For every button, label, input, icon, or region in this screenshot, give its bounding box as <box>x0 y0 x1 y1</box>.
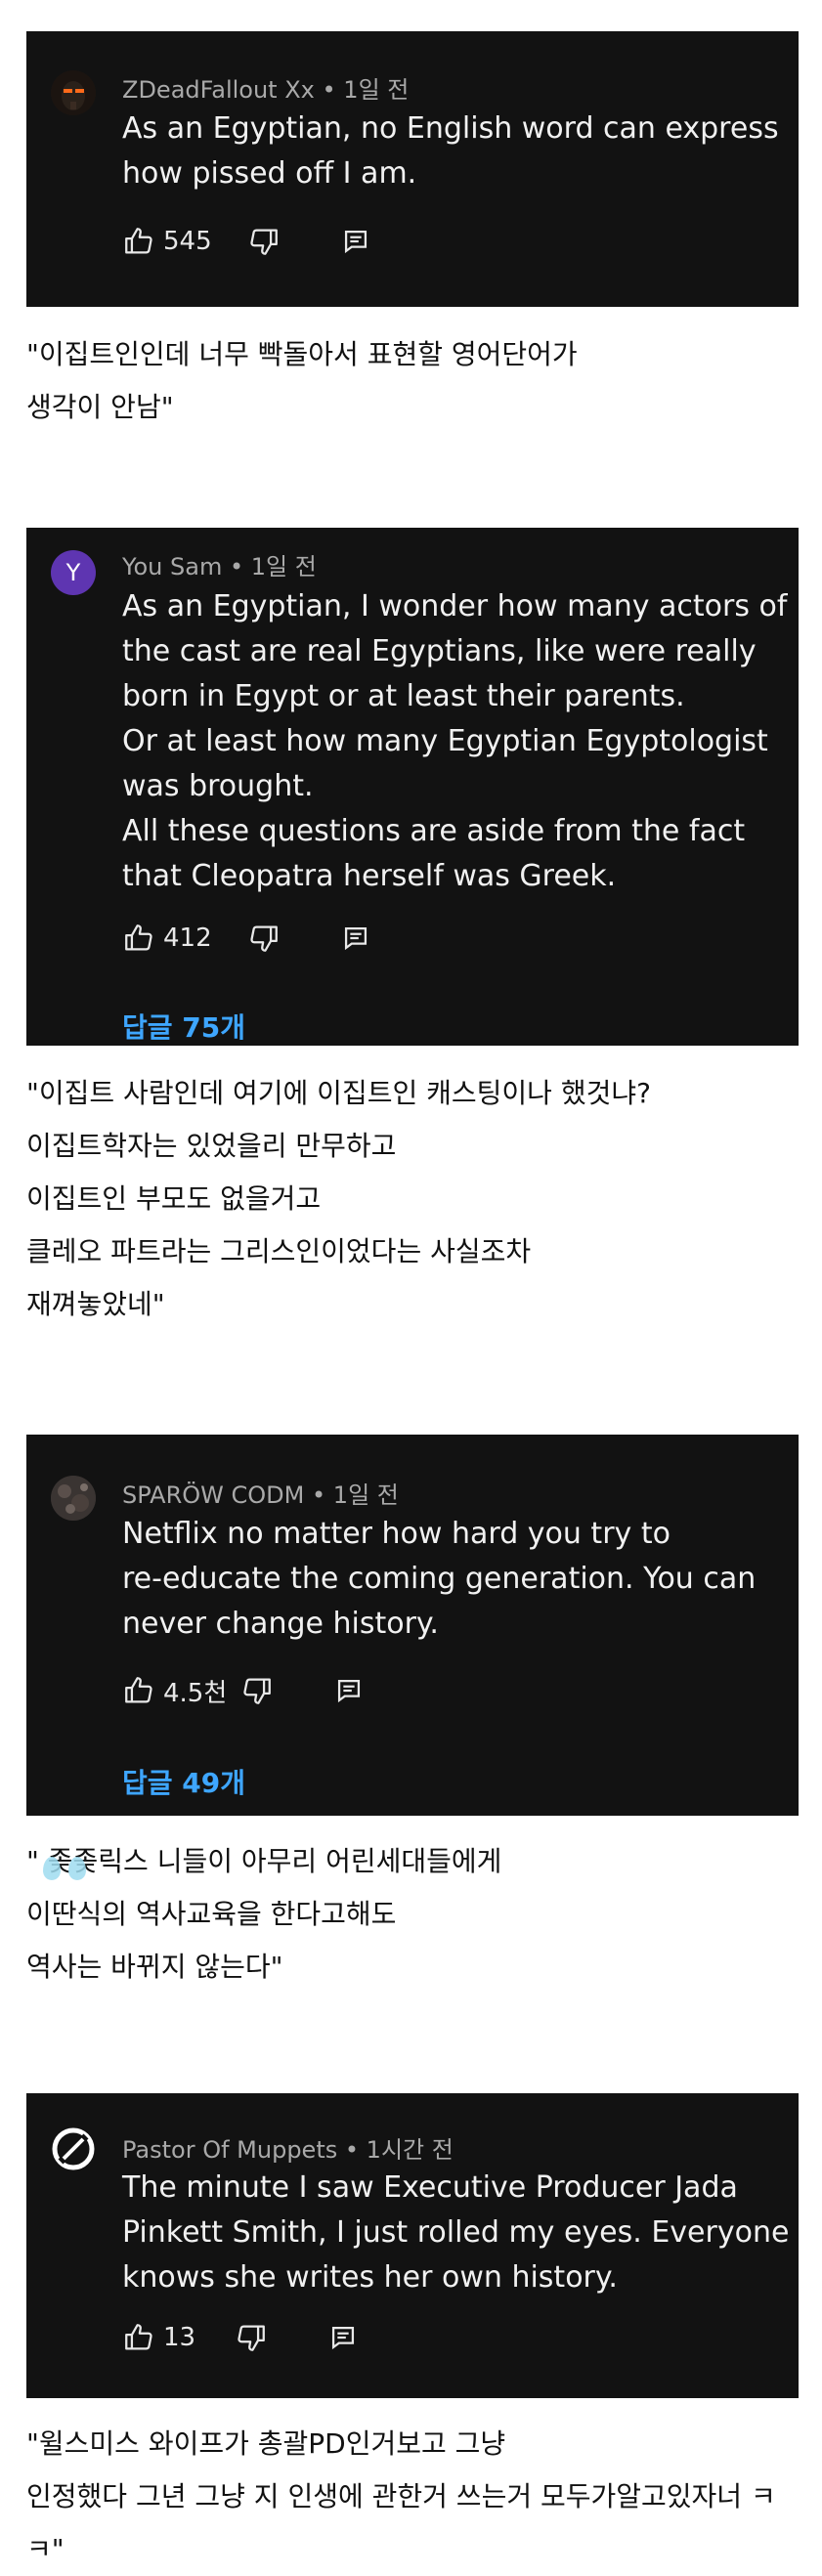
like-count: 545 <box>163 227 212 256</box>
comment-text: Netflix no matter how hard you try to re… <box>122 1517 757 1641</box>
comment-time[interactable]: 1시간 전 <box>367 2136 454 2164</box>
like-count: 412 <box>163 923 212 953</box>
avatar[interactable] <box>51 1476 96 1521</box>
avatar-letter: Y <box>65 559 81 586</box>
avatar[interactable] <box>51 70 96 115</box>
comment-meta: ZDeadFallout Xx • 1일 전 <box>122 76 410 104</box>
censor-droplet <box>43 1857 61 1880</box>
comment-text: As an Egyptian, no English word can expr… <box>122 111 779 191</box>
dislike-icon[interactable] <box>235 2321 268 2354</box>
reply-icon[interactable] <box>339 225 372 258</box>
like-count: 4.5천 <box>163 1678 228 1708</box>
translation-caption: "이집트 사람인데 여기에 이집트인 캐스팅이나 했것냐? 이집트학자는 있었을… <box>26 1077 651 1320</box>
comment-time[interactable]: 1일 전 <box>251 553 317 580</box>
comment-card: ZDeadFallout Xx • 1일 전 As an Egyptian, n… <box>26 31 799 307</box>
reply-icon[interactable] <box>326 2321 360 2354</box>
like-icon[interactable] <box>122 922 155 955</box>
comment-actions: 4.5천 <box>122 1671 366 1710</box>
comment-author[interactable]: Pastor Of Muppets <box>122 2136 337 2164</box>
view-replies-link[interactable]: 답글 75개 <box>122 1007 245 1046</box>
comment-actions: 412 <box>122 919 372 958</box>
comment-author[interactable]: ZDeadFallout Xx <box>122 76 315 104</box>
comment-card: SPARÖW CODM • 1일 전 Netflix no matter how… <box>26 1435 799 1816</box>
like-icon[interactable] <box>122 225 155 258</box>
comment-card: Pastor Of Muppets • 1시간 전 The minute I s… <box>26 2093 799 2398</box>
comment-author[interactable]: SPARÖW CODM <box>122 1481 304 1509</box>
comment-text: As an Egyptian, I wonder how many actors… <box>122 589 788 893</box>
dislike-icon[interactable] <box>240 1674 274 1707</box>
translation-caption: " 좆좆릭스 니들이 아무리 어린세대들에게 이딴식의 역사교육을 한다고해도 … <box>26 1845 502 1983</box>
comment-meta: You Sam • 1일 전 <box>122 553 317 580</box>
dislike-icon[interactable] <box>247 225 281 258</box>
avatar[interactable] <box>51 2126 96 2171</box>
reply-icon[interactable] <box>332 1674 366 1707</box>
comment-text: The minute I saw Executive Producer Jada… <box>122 2170 790 2295</box>
like-icon[interactable] <box>122 1674 155 1707</box>
comment-card: Y You Sam • 1일 전 As an Egyptian, I wonde… <box>26 528 799 1046</box>
translation-caption: "이집트인인데 너무 빡돌아서 표현할 영어단어가 생각이 안남" <box>26 338 578 423</box>
view-replies-link[interactable]: 답글 49개 <box>122 1762 245 1801</box>
translation-caption: "윌스미스 와이프가 총괄PD인거보고 그냥 인정했다 그년 그냥 지 인생에 … <box>26 2427 776 2565</box>
comment-meta: SPARÖW CODM • 1일 전 <box>122 1481 399 1509</box>
comment-meta: Pastor Of Muppets • 1시간 전 <box>122 2136 454 2164</box>
dislike-icon[interactable] <box>247 922 281 955</box>
comment-author[interactable]: You Sam <box>122 553 222 580</box>
comment-time[interactable]: 1일 전 <box>343 76 409 104</box>
comment-time[interactable]: 1일 전 <box>333 1481 399 1509</box>
like-count: 13 <box>163 2323 196 2352</box>
comment-actions: 13 <box>122 2318 360 2357</box>
comment-actions: 545 <box>122 222 372 261</box>
avatar[interactable]: Y <box>51 550 96 595</box>
reply-icon[interactable] <box>339 922 372 955</box>
like-icon[interactable] <box>122 2321 155 2354</box>
censor-droplet <box>68 1857 86 1880</box>
